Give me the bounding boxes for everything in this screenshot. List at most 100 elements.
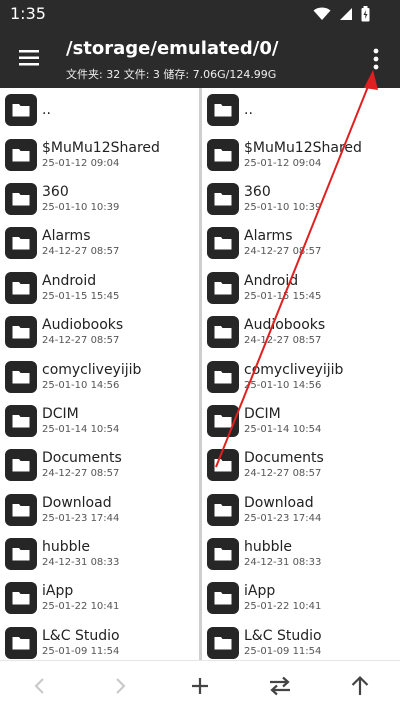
folder-text: hubble 24-12-31 08:33 <box>42 539 119 569</box>
folder-name: Documents <box>42 450 122 467</box>
folder-date: 25-01-09 11:54 <box>42 645 120 657</box>
folder-list-item[interactable]: DCIM 25-01-14 10:54 <box>202 399 400 443</box>
arrow-up-icon[interactable] <box>345 671 375 701</box>
folder-icon <box>5 360 37 393</box>
folder-name: L&C Studio <box>244 627 322 644</box>
hamburger-menu-icon[interactable] <box>16 46 46 70</box>
folder-text: $MuMu12Shared 25-01-12 09:04 <box>42 140 160 170</box>
folder-list-item[interactable]: Download 25-01-23 17:44 <box>0 488 199 532</box>
left-file-pane[interactable]: .. $MuMu12Shared 25-01-12 09:04 360 25-01-10… <box>0 88 199 660</box>
folder-list-item[interactable]: comycliveyijib 25-01-10 14:56 <box>0 354 199 398</box>
folder-icon <box>5 271 37 304</box>
folder-text: Android 25-01-15 15:45 <box>42 273 119 303</box>
current-path: /storage/emulated/0/ <box>66 38 279 59</box>
folder-text: comycliveyijib 25-01-10 14:56 <box>244 362 343 392</box>
folder-name: comycliveyijib <box>42 361 142 378</box>
folder-list-item[interactable]: Android 25-01-15 15:45 <box>202 266 400 310</box>
folder-icon <box>5 626 37 659</box>
folder-date: 25-01-10 10:39 <box>244 201 322 213</box>
folder-date: 24-12-27 08:57 <box>42 335 120 347</box>
folder-text: Download 25-01-23 17:44 <box>42 495 119 525</box>
folder-date: 25-01-23 17:44 <box>42 512 120 524</box>
dual-pane-container: .. $MuMu12Shared 25-01-12 09:04 360 25-01-10… <box>0 88 400 660</box>
folder-text: Download 25-01-23 17:44 <box>244 495 321 525</box>
folder-date: 25-01-09 11:54 <box>244 645 322 657</box>
parent-directory-item[interactable]: .. <box>0 88 199 132</box>
app-toolbar: /storage/emulated/0/ 文件夹: 32 文件: 3 储存: 7… <box>0 28 400 88</box>
folder-name: hubble <box>42 539 91 556</box>
folder-date: 24-12-31 08:33 <box>42 557 120 569</box>
folder-date: 24-12-27 08:57 <box>244 335 322 347</box>
folder-text: DCIM 25-01-14 10:54 <box>42 406 119 436</box>
folder-list-item[interactable]: DCIM 25-01-14 10:54 <box>0 399 199 443</box>
folder-icon <box>207 94 239 127</box>
folder-date: 25-01-15 15:45 <box>42 290 120 302</box>
folder-icon <box>5 582 37 615</box>
folder-list-item[interactable]: iApp 25-01-22 10:41 <box>0 576 199 620</box>
folder-name: iApp <box>244 583 276 600</box>
folder-list-item[interactable]: $MuMu12Shared 25-01-12 09:04 <box>0 132 199 176</box>
folder-list-item[interactable]: iApp 25-01-22 10:41 <box>202 576 400 620</box>
folder-list-item[interactable]: Alarms 24-12-27 08:57 <box>202 221 400 265</box>
folder-icon <box>207 493 239 526</box>
folder-name: .. <box>42 101 51 118</box>
plus-icon[interactable] <box>185 671 215 701</box>
status-time: 1:35 <box>10 4 46 23</box>
folder-date: 25-01-23 17:44 <box>244 512 322 524</box>
parent-directory-item[interactable]: .. <box>202 88 400 132</box>
folder-list-item[interactable]: hubble 24-12-31 08:33 <box>202 532 400 576</box>
folder-icon <box>5 94 37 127</box>
folder-list-item[interactable]: Alarms 24-12-27 08:57 <box>0 221 199 265</box>
folder-icon <box>5 449 37 482</box>
chevron-left-icon[interactable] <box>25 671 55 701</box>
folder-list-item[interactable]: Audiobooks 24-12-27 08:57 <box>0 310 199 354</box>
folder-name: Android <box>42 272 97 289</box>
more-vert-icon[interactable] <box>362 42 390 76</box>
folder-icon <box>5 316 37 349</box>
folder-text: Documents 24-12-27 08:57 <box>42 450 122 480</box>
folder-name: Audiobooks <box>42 317 124 334</box>
folder-date: 25-01-10 14:56 <box>42 379 120 391</box>
folder-text: Alarms 24-12-27 08:57 <box>244 228 321 258</box>
folder-text: .. <box>42 102 51 119</box>
folder-text: comycliveyijib 25-01-10 14:56 <box>42 362 141 392</box>
folder-date: 25-01-14 10:54 <box>244 423 322 435</box>
folder-icon <box>207 538 239 571</box>
folder-date: 25-01-22 10:41 <box>42 601 120 613</box>
folder-name: Alarms <box>42 228 91 245</box>
swap-arrows-icon[interactable] <box>265 671 295 701</box>
folder-list-item[interactable]: Documents 24-12-27 08:57 <box>0 443 199 487</box>
folder-name: Audiobooks <box>244 317 326 334</box>
folder-list-item[interactable]: Audiobooks 24-12-27 08:57 <box>202 310 400 354</box>
folder-list-item[interactable]: L&C Studio 25-01-09 11:54 <box>0 621 199 660</box>
folder-list-item[interactable]: 360 25-01-10 10:39 <box>0 177 199 221</box>
folder-name: Download <box>42 494 112 511</box>
folder-icon <box>5 404 37 437</box>
folder-list-item[interactable]: 360 25-01-10 10:39 <box>202 177 400 221</box>
folder-name: 360 <box>42 183 69 200</box>
folder-list-item[interactable]: L&C Studio 25-01-09 11:54 <box>202 621 400 660</box>
folder-list-item[interactable]: comycliveyijib 25-01-10 14:56 <box>202 354 400 398</box>
folder-name: DCIM <box>42 405 79 422</box>
chevron-right-icon[interactable] <box>105 671 135 701</box>
folder-text: .. <box>244 102 253 119</box>
right-file-pane[interactable]: .. $MuMu12Shared 25-01-12 09:04 360 25-01-10… <box>202 88 400 660</box>
folder-list-item[interactable]: Documents 24-12-27 08:57 <box>202 443 400 487</box>
status-icons <box>313 6 370 22</box>
folder-name: Alarms <box>244 228 293 245</box>
folder-name: 360 <box>244 183 271 200</box>
folder-list-item[interactable]: $MuMu12Shared 25-01-12 09:04 <box>202 132 400 176</box>
folder-list-item[interactable]: hubble 24-12-31 08:33 <box>0 532 199 576</box>
folder-text: iApp 25-01-22 10:41 <box>244 583 321 613</box>
folder-name: hubble <box>244 539 293 556</box>
folder-name: Download <box>244 494 314 511</box>
folder-list-item[interactable]: Download 25-01-23 17:44 <box>202 488 400 532</box>
folder-list-item[interactable]: Android 25-01-15 15:45 <box>0 266 199 310</box>
folder-name: Documents <box>244 450 324 467</box>
folder-icon <box>207 449 239 482</box>
folder-date: 24-12-31 08:33 <box>244 557 322 569</box>
folder-text: L&C Studio 25-01-09 11:54 <box>42 628 120 658</box>
folder-date: 25-01-15 15:45 <box>244 290 322 302</box>
bottom-toolbar <box>0 660 400 711</box>
folder-date: 25-01-22 10:41 <box>244 601 322 613</box>
